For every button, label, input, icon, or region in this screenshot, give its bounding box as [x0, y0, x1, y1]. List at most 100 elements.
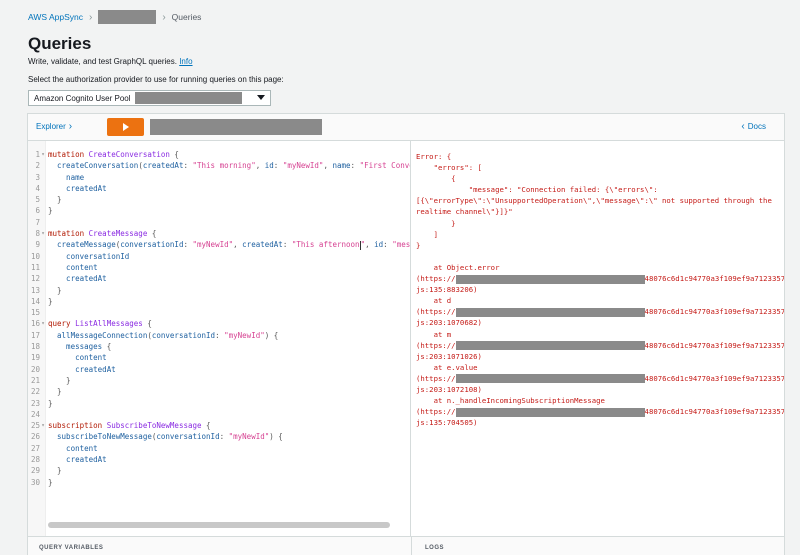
code-line[interactable]: 13 } [28, 285, 410, 296]
result-line: js:135:883206) [416, 285, 478, 295]
code-line[interactable]: 26 subscribeToNewMessage(conversationId:… [28, 431, 410, 442]
code-token: conversationId [156, 432, 220, 442]
code-token: content [48, 443, 98, 453]
docs-label: Docs [747, 122, 766, 131]
code-text: createdAt [46, 273, 107, 284]
query-variables-tab[interactable]: QUERY VARIABLES [39, 545, 103, 551]
code-text: } [46, 477, 53, 488]
code-line[interactable]: 14} [28, 296, 410, 307]
code-token: } [48, 375, 71, 385]
docs-button[interactable]: ‹ Docs [741, 121, 766, 132]
code-line[interactable]: 20 createdAt [28, 364, 410, 375]
code-token: : [273, 161, 283, 171]
code-text: } [46, 285, 62, 296]
auth-provider-select[interactable]: Amazon Cognito User Pool [28, 90, 271, 106]
result-line: at e.value [416, 362, 478, 372]
line-number: 1 [35, 150, 40, 159]
code-line[interactable]: 18 messages { [28, 341, 410, 352]
line-number: 11 [30, 262, 40, 272]
code-token: content [48, 262, 98, 272]
result-line: (https:// 48076c6d1c94770a3f109ef9a712335… [416, 273, 784, 284]
code-token: : [383, 240, 393, 250]
code-text: allMessageConnection(conversationId: "my… [46, 330, 278, 341]
code-line[interactable]: 27 content [28, 443, 410, 454]
code-area[interactable]: 1 ▾ mutation CreateConversation {2 createC… [28, 149, 410, 488]
code-line[interactable]: 25 ▾ subscription SubscribeToNewMessage { [28, 420, 410, 431]
code-text: query ListAllMessages { [46, 318, 152, 329]
code-line[interactable]: 16 ▾ query ListAllMessages { [28, 318, 410, 329]
code-line[interactable]: 22 } [28, 386, 410, 397]
code-line[interactable]: 23} [28, 398, 410, 409]
horizontal-scrollbar[interactable] [48, 522, 390, 528]
code-line[interactable]: 12 createdAt [28, 273, 410, 284]
code-text: content [46, 262, 98, 273]
breadcrumb-appsync-link[interactable]: AWS AppSync [28, 12, 83, 22]
code-token: { [201, 421, 211, 431]
code-line[interactable]: 3 name [28, 172, 410, 183]
result-line: { [416, 174, 456, 184]
code-line[interactable]: 7 [28, 217, 410, 228]
code-token: content [48, 353, 107, 363]
code-token: subscription [48, 421, 107, 431]
code-line[interactable]: 29 } [28, 465, 410, 476]
code-line[interactable]: 30} [28, 477, 410, 488]
run-query-button[interactable] [107, 118, 144, 136]
code-line[interactable]: 28 createdAt [28, 454, 410, 465]
code-line[interactable]: 11 content [28, 262, 410, 273]
code-line[interactable]: 21 } [28, 375, 410, 386]
auth-provider-prompt: Select the authorization provider to use… [28, 75, 284, 84]
breadcrumb-redacted-api-name[interactable] [98, 10, 157, 24]
code-token: { [147, 229, 157, 239]
code-text: } [46, 465, 62, 476]
code-text: } [46, 375, 71, 386]
result-url-redacted [455, 407, 645, 417]
code-token: } [48, 477, 53, 487]
result-url-suffix: 48076c6d1c94770a3f109ef9a7123357b7/main. [644, 274, 784, 284]
query-editor[interactable]: 1 ▾ mutation CreateConversation {2 createC… [28, 141, 411, 536]
result-line: "errors": [ [416, 163, 482, 173]
code-line[interactable]: 8 ▾ mutation CreateMessage { [28, 228, 410, 239]
code-line[interactable]: 15 [28, 307, 410, 318]
code-token: : [350, 161, 360, 171]
code-line[interactable]: 5 } [28, 194, 410, 205]
code-token: } [48, 195, 62, 205]
code-line[interactable]: 19 content [28, 352, 410, 363]
code-line[interactable]: 6} [28, 205, 410, 216]
code-line[interactable]: 9 createMessage(conversationId: "myNewId… [28, 239, 410, 250]
result-line: js:203:1071026) [416, 351, 482, 361]
code-token: id [374, 240, 384, 250]
code-line[interactable]: 2 createConversation(createdAt: "This mo… [28, 160, 410, 171]
code-token: } [48, 398, 53, 408]
code-token: , [233, 240, 243, 250]
result-line: "message": "Connection failed: {\"errors… [416, 185, 658, 195]
code-line[interactable]: 17 allMessageConnection(conversationId: … [28, 330, 410, 341]
result-line [416, 251, 784, 262]
code-token: } [48, 285, 62, 295]
result-url-redacted [455, 274, 645, 284]
code-token: mutation [48, 150, 89, 159]
operation-selector-redacted[interactable] [150, 119, 322, 135]
result-url-redacted [455, 341, 645, 351]
code-line[interactable]: 10 conversationId [28, 251, 410, 262]
code-token: subscribeToNewMessage [48, 432, 152, 442]
explorer-button[interactable]: Explorer › [36, 121, 72, 132]
code-text: createdAt [46, 364, 116, 375]
code-text: conversationId [46, 251, 129, 262]
chevron-right-icon: › [68, 121, 73, 132]
result-url-suffix: 48076c6d1c94770a3f109ef9a7123357b7/main. [644, 407, 784, 417]
result-line: Error: { [416, 152, 452, 161]
code-token: } [48, 206, 53, 216]
result-line: (https:// 48076c6d1c94770a3f109ef9a712335… [416, 373, 784, 384]
logs-tab[interactable]: LOGS [425, 545, 444, 551]
result-line: js:203:1070682) [416, 318, 482, 328]
code-line[interactable]: 4 createdAt [28, 183, 410, 194]
code-token: : [215, 330, 225, 340]
code-line[interactable]: 24 [28, 409, 410, 420]
code-text: createConversation(createdAt: "This morn… [46, 160, 410, 171]
result-url-prefix: (https:// [416, 274, 456, 284]
code-line[interactable]: 1 ▾ mutation CreateConversation { [28, 149, 410, 160]
code-token: ListAllMessages [75, 319, 143, 329]
line-number: 25 [30, 421, 40, 431]
info-link[interactable]: Info [179, 57, 192, 66]
